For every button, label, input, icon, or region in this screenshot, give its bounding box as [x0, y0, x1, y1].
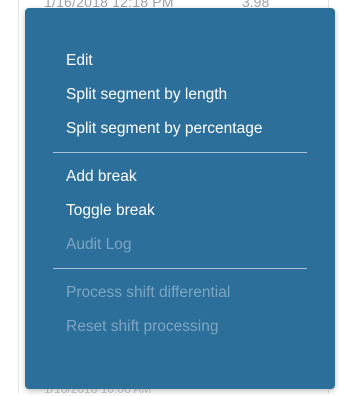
menu-item-add-break[interactable]: Add break: [25, 160, 335, 194]
menu-item-split-by-percentage[interactable]: Split segment by percentage: [25, 112, 335, 146]
menu-item-toggle-break[interactable]: Toggle break: [25, 194, 335, 228]
menu-item-audit-log: Audit Log: [66, 236, 132, 253]
menu-item-reset-shift-processing: Reset shift processing: [66, 318, 219, 335]
menu-item-edit[interactable]: Edit: [25, 44, 335, 78]
grid-left-border: [18, 0, 19, 393]
menu-item-process-shift-differential: Process shift differential: [66, 284, 231, 301]
context-menu: Edit Split segment by length Split segme…: [25, 8, 335, 389]
menu-divider: [53, 152, 307, 153]
menu-item-split-by-length[interactable]: Split segment by length: [25, 78, 335, 112]
menu-divider: [53, 268, 307, 269]
